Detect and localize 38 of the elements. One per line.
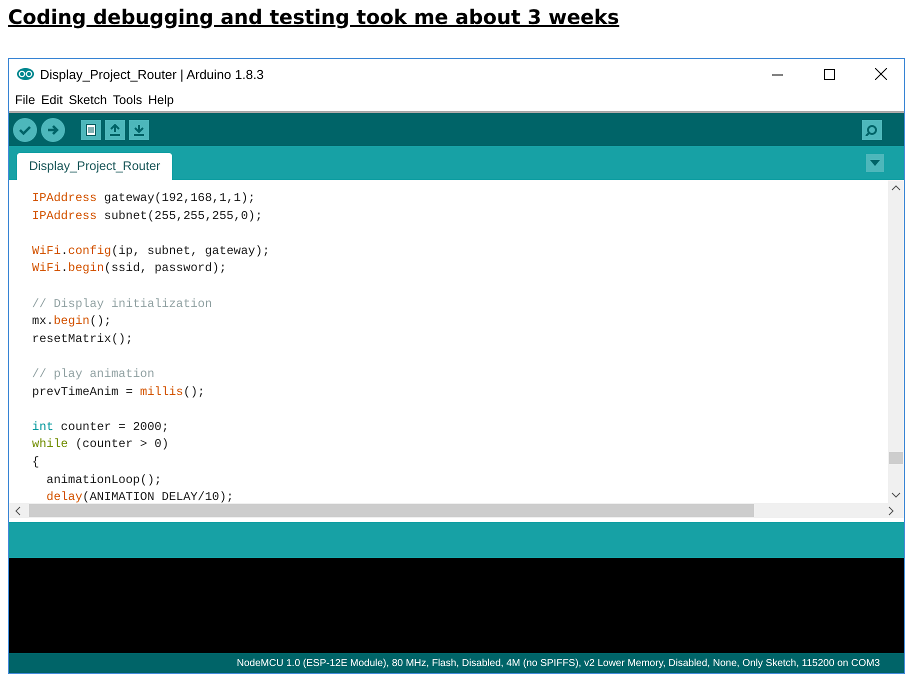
code-line: int counter = 2000; — [32, 418, 170, 436]
code-line: { — [32, 454, 40, 471]
sketch-tab[interactable]: Display_Project_Router — [17, 153, 172, 180]
close-icon — [875, 68, 887, 80]
window-title: Display_Project_Router | Arduino 1.8.3 — [40, 66, 265, 82]
page-heading: Coding debugging and testing took me about 3 weeks — [7, 4, 620, 31]
code-line: animationLoop(); — [45, 472, 163, 488]
scrollbar-thumb[interactable] — [889, 452, 903, 464]
code-line: prevTimeAnim = millis(); — [32, 384, 206, 401]
menu-item[interactable]: Help — [145, 93, 177, 107]
code-line: WiFi.config(ip, subnet, gateway); — [32, 242, 271, 260]
dropdown-caret-icon[interactable] — [866, 154, 884, 172]
code-line: WiFi.begin(ssid, password); — [32, 260, 228, 278]
code-line: IPAddress gateway(192,168,1,1); — [32, 190, 256, 207]
infinity-logo-icon — [17, 68, 34, 80]
code-line: delay(ANIMATION DELAY/10); — [45, 489, 235, 503]
scroll-left-icon[interactable] — [13, 506, 23, 516]
menu-item[interactable]: Sketch — [66, 93, 110, 107]
scroll-up-icon[interactable] — [891, 183, 901, 193]
board-status-text: NodeMCU 1.0 (ESP-12E Module), 80 MHz, Flash, Disabled, 4M (no SPIFFS), v2 Lower Memory, Disabled, None, Only Sketch, 115200 on COM3 — [9, 653, 904, 673]
menu-item[interactable]: Tools — [110, 93, 146, 107]
maximize-icon — [824, 68, 834, 80]
code-line: resetMatrix(); — [32, 330, 134, 348]
code-line: mx.begin(); — [32, 313, 112, 330]
scroll-right-icon[interactable] — [886, 506, 896, 516]
menu-item[interactable]: Edit — [38, 93, 66, 107]
new-file-icon[interactable] — [81, 120, 101, 140]
code-line: // play animation — [32, 366, 156, 383]
horizontal-scrollbar[interactable] — [9, 503, 904, 518]
code-line: // Display initialization — [32, 296, 214, 313]
serial-monitor-icon[interactable] — [862, 120, 882, 140]
code-line: while (counter > 0) — [32, 436, 170, 454]
menu-item[interactable]: File — [12, 93, 38, 107]
verify-checkmark-icon[interactable] — [13, 118, 37, 142]
scroll-down-icon[interactable] — [891, 490, 901, 500]
scrollbar-thumb[interactable] — [29, 504, 754, 517]
code-line: IPAddress subnet(255,255,255,0); — [32, 208, 264, 225]
vertical-scrollbar[interactable] — [888, 180, 904, 503]
